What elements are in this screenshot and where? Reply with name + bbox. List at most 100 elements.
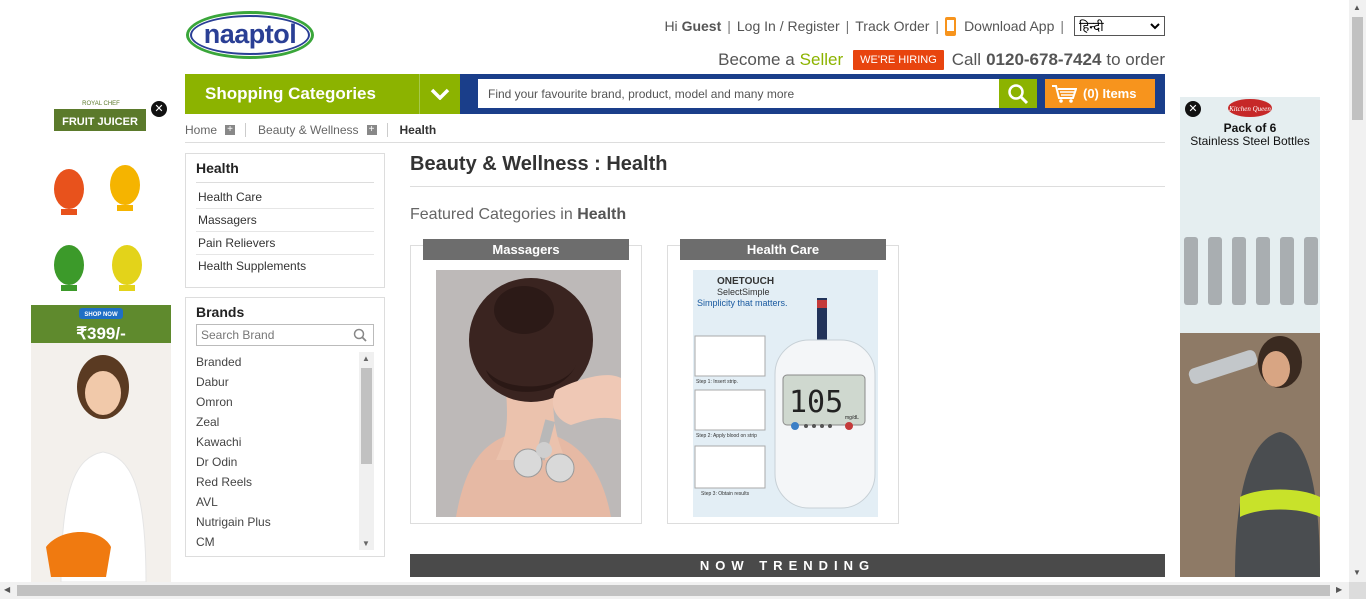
category-item[interactable]: Health Supplements	[196, 255, 374, 278]
download-app-link[interactable]: Download App	[964, 18, 1054, 34]
featured-prefix: Featured Categories in	[410, 206, 573, 223]
device-step-2: Step 2: Apply blood on strip	[696, 433, 757, 439]
health-category-box: Health Health Care Massagers Pain Reliev…	[185, 153, 385, 288]
device-tagline: Simplicity that matters.	[697, 298, 788, 308]
categories-toggle[interactable]	[419, 74, 460, 114]
featured-heading: Featured Categories in Health	[410, 206, 626, 224]
breadcrumb-home[interactable]: Home	[185, 123, 217, 137]
vertical-scrollbar[interactable]: ▲ ▼	[1349, 0, 1366, 582]
brand-search-placeholder: Search Brand	[201, 328, 275, 342]
close-icon[interactable]: ✕	[1185, 101, 1201, 117]
brand-item[interactable]: Zeal	[196, 412, 374, 432]
brands-filter-box: Brands Search Brand Branded Dabur Omron …	[185, 297, 385, 557]
device-step-3: Step 3: Obtain results	[701, 491, 750, 497]
plus-icon[interactable]: +	[225, 124, 236, 135]
card-label[interactable]: Massagers	[423, 239, 629, 260]
chevron-down-icon	[430, 88, 450, 100]
card-label[interactable]: Health Care	[680, 239, 886, 260]
scroll-up-icon[interactable]: ▲	[1353, 3, 1361, 12]
search-placeholder: Find your favourite brand, product, mode…	[488, 86, 795, 101]
close-icon[interactable]: ✕	[151, 101, 167, 117]
scroll-up-icon[interactable]: ▲	[362, 354, 370, 363]
brand-item[interactable]: Red Reels	[196, 472, 374, 492]
scrollbar-thumb[interactable]	[1352, 17, 1363, 120]
horizontal-scrollbar[interactable]: ◀ ▶	[0, 582, 1349, 599]
left-ad-price: ₹399/-	[76, 324, 126, 343]
health-box-title: Health	[196, 160, 374, 183]
scrollbar-thumb[interactable]	[361, 368, 372, 464]
glucometer-illustration: ONETOUCH SelectSimple Simplicity that ma…	[693, 270, 878, 517]
device-reading: 105	[789, 385, 843, 420]
search-icon	[1008, 83, 1029, 104]
search-button[interactable]	[999, 79, 1037, 108]
search-input[interactable]: Find your favourite brand, product, mode…	[478, 79, 999, 108]
left-ad-cta: SHOP NOW	[84, 312, 118, 318]
cart-count: (0) Items	[1083, 86, 1137, 101]
scroll-down-icon[interactable]: ▼	[1353, 568, 1361, 577]
category-item[interactable]: Massagers	[196, 209, 374, 232]
device-step-1: Step 1: Insert strip.	[696, 379, 738, 385]
featured-category: Health	[577, 206, 627, 223]
device-unit: mg/dL	[845, 415, 859, 421]
brand-list-scrollbar[interactable]: ▲ ▼	[359, 352, 374, 550]
brand-item[interactable]: Kawachi	[196, 432, 374, 452]
scroll-right-icon[interactable]: ▶	[1336, 585, 1342, 594]
brand-item[interactable]: Branded	[196, 352, 374, 372]
scroll-down-icon[interactable]: ▼	[362, 539, 370, 548]
brand-item[interactable]: Omron	[196, 392, 374, 412]
login-register-link[interactable]: Log In / Register	[737, 18, 840, 34]
chevron-down-icon	[1150, 22, 1160, 29]
brands-title: Brands	[196, 304, 245, 320]
right-ad-brand: Kitchen Queen	[1228, 105, 1271, 113]
seller-link[interactable]: Seller	[800, 50, 843, 70]
scroll-left-icon[interactable]: ◀	[4, 585, 10, 594]
category-item[interactable]: Health Care	[196, 186, 374, 209]
breadcrumb-current: Health	[399, 122, 437, 137]
left-ad-brand: ROYAL CHEF	[82, 101, 120, 107]
scrollbar-corner	[1349, 582, 1366, 599]
glucometer-image[interactable]: ONETOUCH SelectSimple Simplicity that ma…	[693, 270, 878, 517]
become-a-text: Become a	[718, 50, 795, 69]
massager-image[interactable]	[436, 270, 621, 517]
now-trending-header: NOW TRENDING	[410, 554, 1165, 577]
greeting-text: Hi	[664, 18, 678, 34]
device-brand: ONETOUCH	[717, 276, 774, 287]
brand-item[interactable]: AVL	[196, 492, 374, 512]
cart-button[interactable]: (0) Items	[1045, 79, 1155, 108]
brand-item[interactable]: Nutrigain Plus	[196, 512, 374, 532]
to-order-text: to order	[1106, 50, 1165, 69]
phone-number: 0120-678-7424	[986, 50, 1102, 69]
shopping-categories-button[interactable]: Shopping Categories	[185, 74, 419, 114]
breadcrumb-beauty[interactable]: Beauty & Wellness	[258, 123, 359, 137]
track-order-link[interactable]: Track Order	[855, 18, 929, 34]
right-ad-title-1: Pack of 6	[1224, 121, 1277, 135]
massager-illustration	[436, 270, 621, 517]
search-icon	[353, 328, 367, 342]
language-select[interactable]: हिन्दी	[1074, 16, 1165, 36]
left-ad-banner[interactable]: ROYAL CHEF FRUIT JUICER SHOP NOW ₹399/-	[31, 97, 171, 582]
brand-search-input[interactable]: Search Brand	[196, 324, 374, 346]
naaptol-logo[interactable]: naaptol	[186, 11, 314, 59]
page: naaptol Hi Guest | Log In / Register | T…	[0, 0, 1366, 599]
cart-icon	[1052, 84, 1077, 103]
breadcrumb: Home + Beauty & Wellness + Health	[185, 117, 1165, 143]
brand-list: Branded Dabur Omron Zeal Kawachi Dr Odin…	[196, 352, 374, 550]
page-title: Beauty & Wellness : Health	[410, 152, 1165, 187]
brand-item[interactable]: Dr Odin	[196, 452, 374, 472]
brand-item[interactable]: CM	[196, 532, 374, 550]
bottles-ad-artwork: Kitchen Queen Pack of 6 Stainless Steel …	[1180, 97, 1320, 577]
hiring-badge[interactable]: WE'RE HIRING	[853, 50, 944, 70]
call-text: Call	[951, 50, 982, 69]
guest-name: Guest	[681, 18, 722, 34]
mobile-phone-icon	[945, 16, 957, 36]
device-model: SelectSimple	[717, 287, 770, 297]
category-item[interactable]: Pain Relievers	[196, 232, 374, 255]
right-ad-banner[interactable]: Kitchen Queen Pack of 6 Stainless Steel …	[1180, 97, 1320, 577]
plus-icon[interactable]: +	[366, 124, 377, 135]
seller-line: Become a Seller WE'RE HIRING Call 0120-6…	[640, 49, 1165, 71]
right-ad-title-2: Stainless Steel Bottles	[1190, 134, 1309, 148]
logo-text: naaptol	[203, 19, 297, 49]
brand-item[interactable]: Dabur	[196, 372, 374, 392]
scrollbar-thumb[interactable]	[17, 585, 1330, 596]
top-nav: Hi Guest | Log In / Register | Track Ord…	[660, 15, 1165, 37]
